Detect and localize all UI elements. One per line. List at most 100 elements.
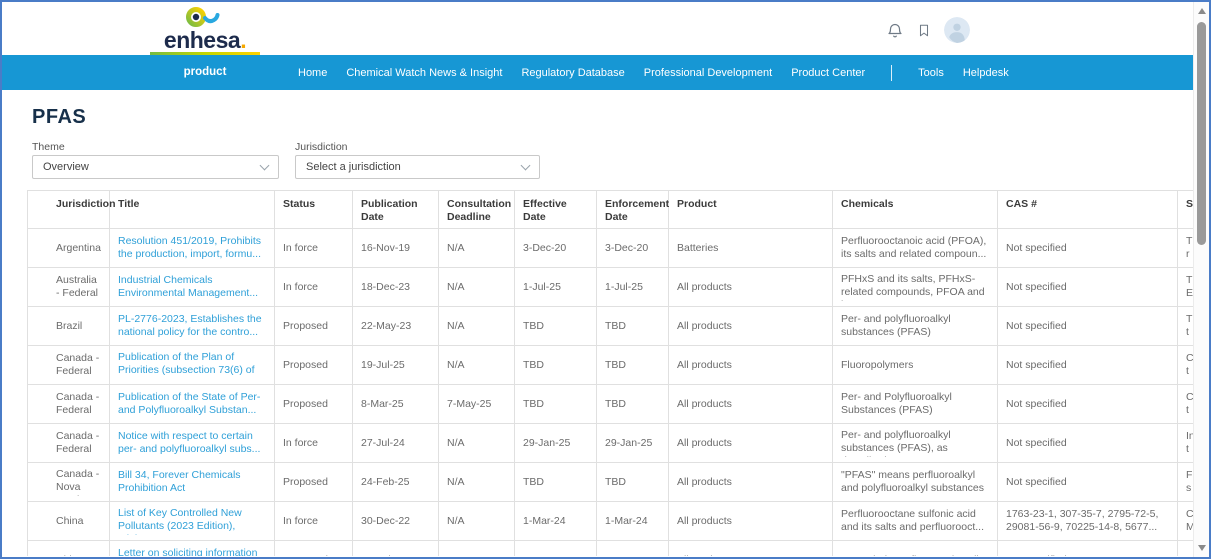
notifications-bell-icon[interactable] [886,21,904,40]
cell-chemicals: Per- and Polyfluoroalkyl Substances (PFA… [832,384,998,425]
cell-text-effective_date: TBD [523,554,588,556]
cell-text-status: Proposed [283,554,344,556]
cell-text-consultation_deadline: N/A [447,436,465,449]
table-row: Canada - Nova Scotia Bill 34, Forever Che… [27,462,1194,503]
cell-text-cas: Not specified [1006,241,1067,254]
cell-consultation_deadline: 7-May-25 [438,384,515,425]
cell-status: Proposed [274,462,353,503]
main-navbar: product Home Chemical Watch News & Insigh… [2,55,1209,90]
nav-item-regulatory-database[interactable]: Regulatory Database [521,67,624,79]
cell-jurisdiction: Australia - Federal [27,267,110,308]
cell-text-enforcement_date: TBD [605,358,626,371]
cell-text-effective_date: 3-Dec-20 [523,241,567,254]
cell-text-status: In force [283,241,319,254]
regulation-title-link[interactable]: Industrial Chemicals Environmental Manag… [118,274,258,299]
nav-item-helpdesk[interactable]: Helpdesk [963,67,1009,79]
cell-summary: In t [1177,423,1194,464]
enhesa-logo-icon [186,7,220,27]
cell-text-chemicals: Perfluorooctanoic acid (PFOA), its salts… [841,235,987,261]
regulation-title-link[interactable]: PL-2776-2023, Establishes the national p… [118,313,262,338]
cell-status: Proposed [274,306,353,347]
nav-item-home[interactable]: Home [298,67,327,79]
nav-item-tools[interactable]: Tools [918,67,944,79]
cell-chemicals: Perfluorooctanoic acid (PFOA), its salts… [832,228,998,269]
cell-title: Publication of the Plan of Priorities (s… [109,345,275,386]
scrollbar-down-arrow-icon[interactable] [1198,545,1206,551]
cell-text-chemicals: Long-chain perfluorocarboxylic [841,554,989,556]
cell-title: List of Key Controlled New Pollutants (2… [109,501,275,542]
regulation-title-link[interactable]: Notice with respect to certain per- and … [118,430,260,455]
regulation-title-link[interactable]: Publication of the Plan of Priorities (s… [118,351,255,379]
cell-status: Proposed [274,384,353,425]
cell-summary: T t [1177,306,1194,347]
cell-effective_date: TBD [514,345,597,386]
table-row: Argentina Resolution 451/2019, Prohibits … [27,228,1194,269]
cell-effective_date: TBD [514,306,597,347]
cell-chemicals: PFHxS and its salts, PFHxS-related compo… [832,267,998,308]
column-header-summary: S [1177,190,1194,230]
cell-text-cas: Not specified [1006,436,1067,449]
cell-text-chemicals: Fluoropolymers [841,358,914,371]
user-avatar[interactable] [944,17,970,43]
column-header-enforcement_date: Enforcement Date [596,190,669,230]
scrollbar-up-arrow-icon[interactable] [1198,8,1206,14]
scrollbar-thumb[interactable] [1197,22,1206,245]
cell-effective_date: TBD [514,540,597,556]
regulation-title-link[interactable]: Bill 34, Forever Chemicals Prohibition A… [118,469,241,494]
jurisdiction-filter-label: Jurisdiction [295,141,348,153]
cell-text-consultation_deadline: 7-May-25 [447,397,492,410]
table-row: Australia - Federal Industrial Chemicals … [27,267,1194,308]
cell-publication_date: 18-Dec-23 [352,267,439,308]
cell-text-effective_date: TBD [523,397,544,410]
regulation-title-link[interactable]: Letter on soliciting information on [118,547,258,556]
cell-publication_date: 25-Feb-25 [352,540,439,556]
cell-text-effective_date: 29-Jan-25 [523,436,571,449]
table-header-row: Jurisdiction Title Status Publication Date C… [27,190,1194,230]
cell-consultation_deadline: N/A [438,423,515,464]
nav-item-product-center[interactable]: Product Center [791,67,865,79]
regulation-title-link[interactable]: Resolution 451/2019, Prohibits the produ… [118,235,261,260]
nav-item-chemical-watch-news-insight[interactable]: Chemical Watch News & Insight [346,67,502,79]
cell-text-jurisdiction: Brazil [56,319,83,332]
cell-enforcement_date: 1-Mar-24 [596,501,669,542]
cell-product: All products [668,306,833,347]
regulations-table-container: Jurisdiction Title Status Publication Date C… [27,190,1194,556]
table-row: China Letter on soliciting information on… [27,540,1194,556]
cell-text-publication_date: 22-May-23 [361,319,412,332]
regulation-title-link[interactable]: List of Key Controlled New Pollutants (2… [118,507,242,535]
cell-publication_date: 27-Jul-24 [352,423,439,464]
cell-text-enforcement_date: TBD [605,397,626,410]
cell-chemicals: Perfluorooctane sulfonic acid and its sa… [832,501,998,542]
enhesa-logo[interactable]: enhesa. [150,5,260,52]
cell-jurisdiction: Canada - Nova Scotia [27,462,110,503]
cell-title: Publication of the State of Per- and Pol… [109,384,275,425]
cell-text-enforcement_date: 29-Jan-25 [605,436,653,449]
cell-status: In force [274,267,353,308]
cell-text-jurisdiction: Australia - Federal [56,274,99,300]
cell-status: In force [274,501,353,542]
nav-item-professional-development[interactable]: Professional Development [644,67,772,79]
cell-consultation_deadline: N/A [438,267,515,308]
jurisdiction-select[interactable]: Select a jurisdiction [295,155,540,179]
cell-publication_date: 24-Feb-25 [352,462,439,503]
cell-text-publication_date: 16-Nov-19 [361,241,411,254]
cell-text-effective_date: 1-Mar-24 [523,514,566,527]
cell-title: Resolution 451/2019, Prohibits the produ… [109,228,275,269]
cell-text-effective_date: TBD [523,358,544,371]
cell-cas: Not specified [997,423,1178,464]
cell-product: Batteries [668,228,833,269]
column-header-product: Product [668,190,833,230]
theme-select[interactable]: Overview [32,155,279,179]
cell-text-cas: Not specified [1006,319,1067,332]
bookmark-icon[interactable] [917,22,931,39]
column-header-title: Title [109,190,275,230]
cell-consultation_deadline: N/A [438,462,515,503]
cell-text-jurisdiction: Canada - Federal [56,391,100,417]
regulation-title-link[interactable]: Publication of the State of Per- and Pol… [118,391,260,416]
column-header-status: Status [274,190,353,230]
cell-text-publication_date: 24-Feb-25 [361,475,410,488]
cell-title: Notice with respect to certain per- and … [109,423,275,464]
cell-cas: Not specified [997,345,1178,386]
cell-publication_date: 22-May-23 [352,306,439,347]
column-header-jurisdiction: Jurisdiction [27,190,116,230]
